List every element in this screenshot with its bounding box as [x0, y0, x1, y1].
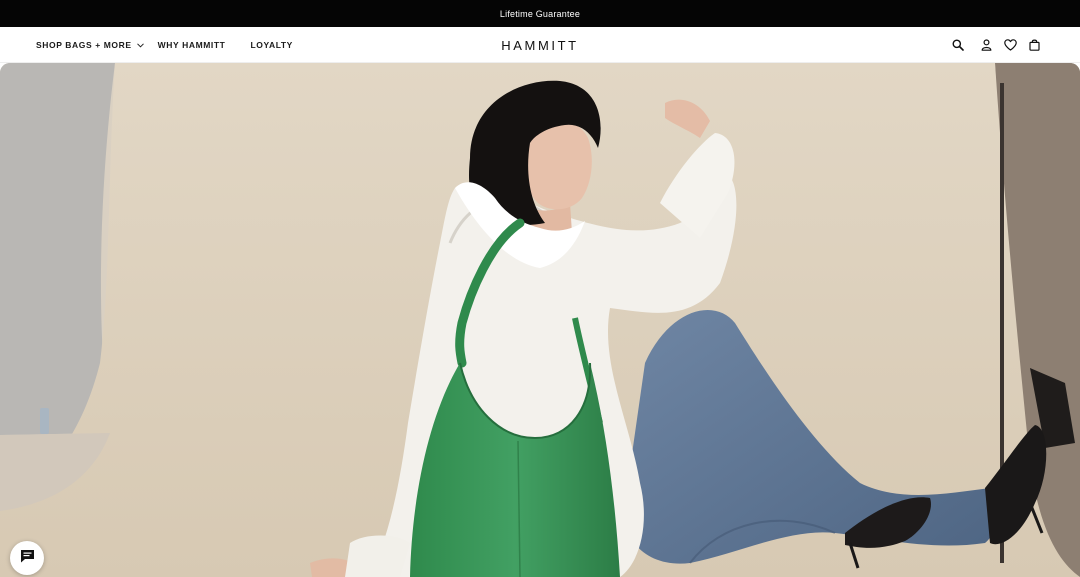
- nav-loyalty-label: LOYALTY: [250, 40, 293, 50]
- search-icon[interactable]: [950, 37, 966, 53]
- header-icons: [950, 27, 1042, 63]
- wishlist-heart-icon[interactable]: [1002, 37, 1018, 53]
- nav-shop-bags-label: SHOP BAGS + MORE: [36, 40, 132, 50]
- announcement-text[interactable]: Lifetime Guarantee: [500, 9, 580, 19]
- nav-loyalty[interactable]: LOYALTY: [250, 40, 292, 50]
- account-icon[interactable]: [978, 37, 994, 53]
- cart-bag-icon[interactable]: [1026, 37, 1042, 53]
- chat-button[interactable]: [10, 541, 44, 575]
- hero-banner[interactable]: [0, 63, 1080, 577]
- chat-icon: [20, 549, 35, 568]
- nav-shop-bags[interactable]: SHOP BAGS + MORE: [36, 40, 144, 50]
- nav-why-hammitt[interactable]: WHY HAMMITT: [158, 40, 226, 50]
- announcement-bar: Lifetime Guarantee: [0, 0, 1080, 27]
- brand-logo-text: HAMMITT: [501, 37, 579, 53]
- site-header: SHOP BAGS + MORE WHY HAMMITT LOYALTY HAM…: [0, 27, 1080, 63]
- hero-photo: [0, 63, 1080, 577]
- main-nav: SHOP BAGS + MORE WHY HAMMITT LOYALTY: [36, 27, 293, 63]
- chevron-down-icon: [136, 42, 144, 48]
- nav-why-hammitt-label: WHY HAMMITT: [157, 40, 226, 50]
